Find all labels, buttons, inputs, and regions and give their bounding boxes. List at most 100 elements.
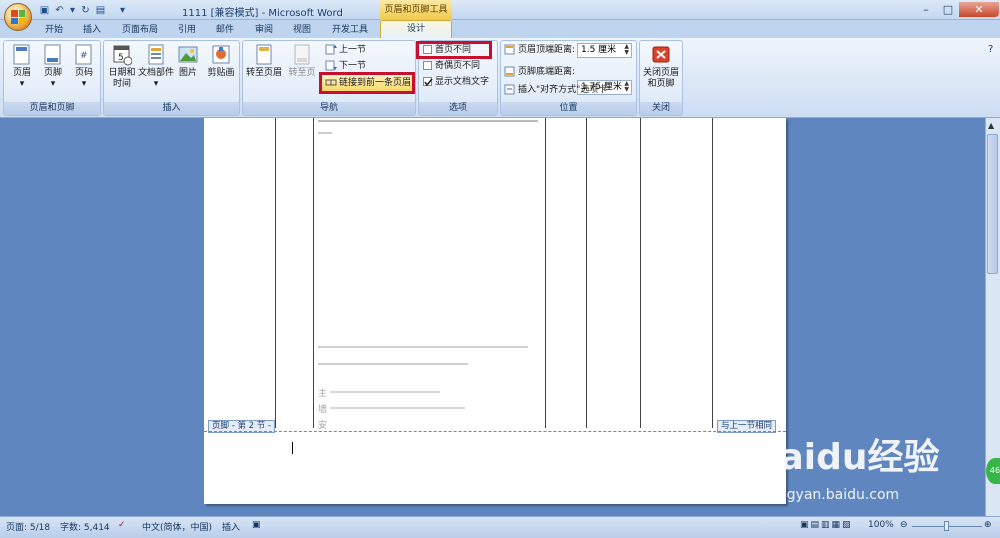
goto-footer-icon [292, 44, 312, 66]
different-first-page-checkbox[interactable]: 首页不同 [416, 41, 492, 59]
header-button[interactable]: 页眉 ▾ [5, 44, 39, 90]
group-options: 首页不同 奇偶页不同 显示文档文字 选项 [416, 40, 498, 116]
insert-alignment-tab-button[interactable]: 插入"对齐方式"选项卡 [504, 83, 607, 97]
group-label: 关闭 [640, 102, 682, 115]
goto-header-label: 转至页眉 [245, 68, 282, 78]
text-cursor [292, 442, 293, 454]
save-icon[interactable]: ▣ [38, 4, 51, 17]
close-window-button[interactable]: ✕ [959, 2, 999, 17]
zoom-in-icon[interactable]: ⊕ [984, 520, 992, 530]
table-border [586, 118, 587, 428]
document-page[interactable]: 主 墙 安 页脚 - 第 2 节 - 与上一节相同 [204, 118, 786, 504]
undo-dropdown-icon[interactable]: ▾ [66, 4, 79, 17]
next-section-icon [325, 60, 337, 71]
tab-design[interactable]: 设计 [380, 20, 452, 39]
svg-text:5: 5 [118, 53, 124, 63]
spinner-arrows-icon[interactable]: ▲ ▼ [624, 44, 629, 56]
window-title: 1111 [兼容模式] - Microsoft Word [182, 8, 343, 19]
clipart-button[interactable]: 剪贴画 [204, 44, 238, 79]
proofing-icon[interactable]: ✓ [118, 520, 126, 530]
view-buttons-icon[interactable]: ▣▤▥▦▧ [800, 520, 853, 530]
faded-text-line [318, 120, 538, 122]
prev-section-icon [325, 44, 337, 55]
tab-developer[interactable]: 开发工具 [324, 22, 376, 38]
close-header-footer-button[interactable]: 关闭页眉 和页脚 [642, 44, 680, 90]
doc-parts-button[interactable]: 文档部件 ▾ [138, 44, 174, 90]
faded-text: 墙 [318, 405, 328, 415]
footer-label: 页脚 [43, 68, 62, 78]
language-status[interactable]: 中文(简体，中国) [142, 520, 212, 533]
group-navigation: 转至页眉 转至页 上一节 下一节 链接到前一条页眉 导航 [242, 40, 416, 116]
spinner-arrows-icon[interactable]: ▲ ▼ [624, 81, 629, 93]
page-number-icon: # [74, 44, 94, 66]
scroll-up-icon[interactable]: ▲ [988, 121, 994, 130]
picture-button[interactable]: 图片 [174, 44, 202, 79]
faded-text-line [318, 363, 468, 365]
goto-footer-button[interactable]: 转至页 [285, 44, 319, 79]
tab-review[interactable]: 审阅 [247, 22, 281, 38]
word-count[interactable]: 字数: 5,414 [60, 520, 110, 533]
prev-section-label: 上一节 [339, 45, 367, 55]
office-logo-icon [11, 10, 25, 24]
footer-from-bottom-text: 页脚底端距离: [518, 67, 576, 77]
customize-qat-icon[interactable]: ▾ [116, 4, 129, 17]
faded-text-line [330, 407, 465, 409]
faded-text: 安 [318, 421, 328, 431]
group-header-footer: 页眉 ▾ 页脚 ▾ # 页码 ▾ 页眉和页脚 [3, 40, 101, 116]
page-number-label: 页码 [74, 68, 93, 78]
office-button[interactable] [4, 3, 32, 31]
goto-header-icon [254, 44, 274, 66]
redo-icon[interactable]: ↻ [79, 4, 92, 17]
macro-record-icon[interactable]: ▣ [252, 520, 261, 530]
doc-parts-dropdown-icon: ▾ [153, 79, 159, 89]
tab-page-layout[interactable]: 页面布局 [114, 22, 166, 38]
tab-view[interactable]: 视图 [285, 22, 319, 38]
insert-alignment-tab-label: 插入"对齐方式"选项卡 [518, 85, 608, 95]
print-preview-icon[interactable]: ▤ [94, 4, 107, 17]
footer-boundary [204, 431, 786, 432]
maximize-button[interactable]: □ [937, 2, 959, 17]
help-icon[interactable]: ? [988, 44, 993, 55]
table-border [712, 118, 713, 428]
zoom-slider-thumb[interactable] [944, 521, 949, 531]
faded-text-line [318, 132, 332, 134]
tab-insert[interactable]: 插入 [74, 22, 110, 38]
date-time-label-1: 日期和 [108, 68, 136, 78]
tab-home[interactable]: 开始 [36, 22, 72, 38]
footer-button[interactable]: 页脚 ▾ [36, 44, 70, 90]
scrollbar-thumb[interactable] [987, 134, 998, 274]
zoom-level[interactable]: 100% [868, 520, 894, 530]
link-icon [325, 77, 337, 88]
different-first-page-label: 首页不同 [435, 45, 472, 55]
page-status[interactable]: 页面: 5/18 [6, 520, 50, 533]
minimize-button[interactable]: – [915, 2, 937, 17]
date-time-button[interactable]: 5 日期和 时间 [105, 44, 139, 90]
header-label: 页眉 [12, 68, 31, 78]
close-header-footer-label-2: 和页脚 [647, 79, 675, 89]
link-to-previous-button[interactable]: 链接到前一条页眉 [319, 72, 415, 94]
baidu-url: jingyan.baidu.com [770, 487, 900, 503]
next-section-button[interactable]: 下一节 [325, 59, 366, 73]
calendar-icon: 5 [112, 44, 133, 66]
show-doc-text-label: 显示文档文字 [435, 77, 490, 87]
header-from-top-label: 页眉顶端距离: [504, 43, 575, 57]
clipart-icon [211, 44, 231, 66]
table-border [545, 118, 546, 428]
zoom-out-icon[interactable]: ⊖ [900, 520, 908, 530]
footer-dropdown-icon: ▾ [50, 79, 56, 89]
faded-text-line [330, 391, 440, 393]
show-doc-text-checkbox[interactable]: 显示文档文字 [423, 75, 489, 89]
header-from-top-spinner[interactable]: 1.5 厘米 ▲ ▼ [577, 43, 632, 58]
tab-references[interactable]: 引用 [170, 22, 204, 38]
picture-label: 图片 [178, 68, 197, 78]
different-odd-even-checkbox[interactable]: 奇偶页不同 [423, 59, 480, 73]
picture-icon [178, 44, 198, 66]
tab-mailings[interactable]: 邮件 [208, 22, 242, 38]
insert-mode[interactable]: 插入 [222, 520, 240, 533]
page-number-button[interactable]: # 页码 ▾ [67, 44, 101, 90]
prev-section-button[interactable]: 上一节 [325, 43, 366, 57]
undo-icon[interactable]: ↶ [53, 4, 66, 17]
checkbox-checked-icon [423, 77, 433, 87]
footer-icon [43, 44, 63, 66]
goto-header-button[interactable]: 转至页眉 [245, 44, 283, 79]
